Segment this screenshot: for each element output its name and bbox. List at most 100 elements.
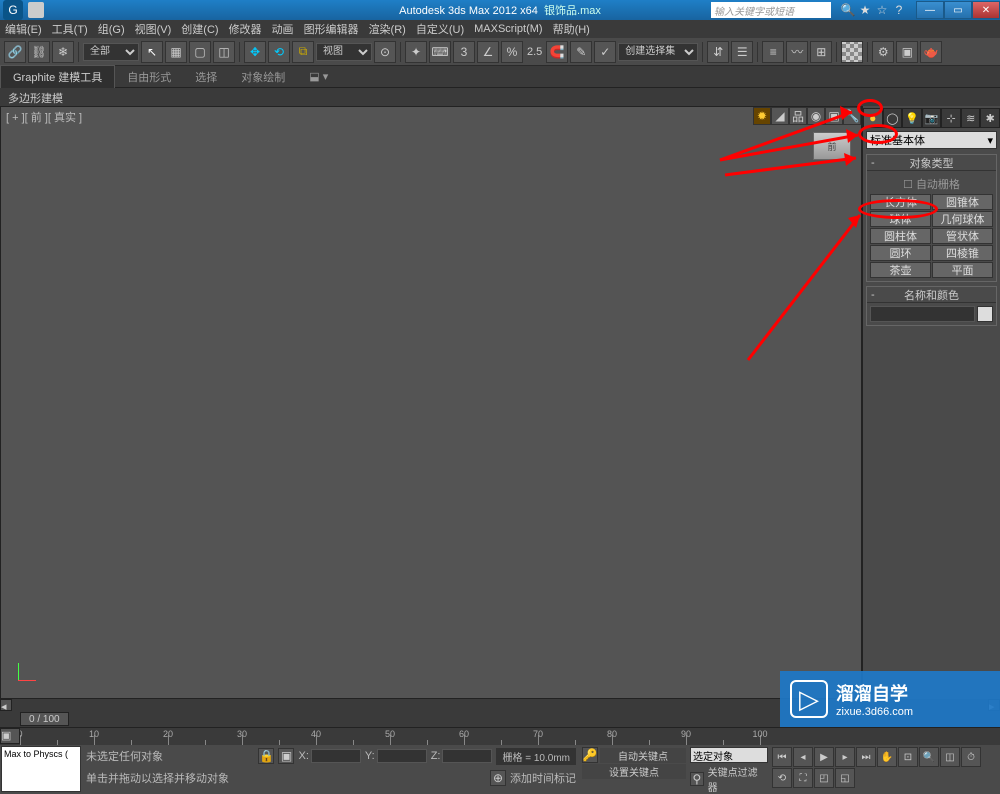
- ribbon-sub[interactable]: 多边形建模: [0, 88, 1000, 106]
- maximize-viewport-button[interactable]: ⛶: [793, 768, 813, 788]
- key-selection-dropdown[interactable]: 选定对象: [690, 747, 768, 763]
- obj-torus-button[interactable]: 圆环: [870, 245, 931, 261]
- z-input[interactable]: [442, 749, 492, 763]
- minimize-button[interactable]: —: [916, 1, 944, 19]
- schematic-button[interactable]: ⊞: [810, 41, 832, 63]
- info-icon[interactable]: ★: [858, 3, 872, 17]
- nav1[interactable]: ◰: [814, 768, 834, 788]
- zoom-extents-button[interactable]: ⊡: [898, 747, 918, 767]
- percent-snap-button[interactable]: %: [501, 41, 523, 63]
- subtab-helpers[interactable]: ⊹: [941, 108, 961, 128]
- menu-modifiers[interactable]: 修改器: [229, 21, 262, 37]
- ribbon-tab-paint[interactable]: 对象绘制: [229, 66, 297, 88]
- isolate-icon[interactable]: ▣: [278, 748, 294, 764]
- hierarchy-tab-icon[interactable]: 品: [789, 107, 807, 125]
- rendered-frame-button[interactable]: ▣: [896, 41, 918, 63]
- modify-tab-icon[interactable]: ◢: [771, 107, 789, 125]
- orbit-button[interactable]: ⟲: [772, 768, 792, 788]
- bind-button[interactable]: ❄: [52, 41, 74, 63]
- next-frame-button[interactable]: ▸: [835, 747, 855, 767]
- rotate-button[interactable]: ⟲: [268, 41, 290, 63]
- spinner-snap-button[interactable]: 🧲: [546, 41, 568, 63]
- menu-create[interactable]: 创建(C): [181, 21, 218, 37]
- menu-animation[interactable]: 动画: [272, 21, 294, 37]
- timeline-ruler[interactable]: ▣ 0102030405060708090100: [0, 727, 1000, 745]
- rollout-head-objtype[interactable]: 对象类型: [867, 155, 996, 171]
- goto-end-button[interactable]: ⏭: [856, 747, 876, 767]
- material-editor-button[interactable]: [841, 41, 863, 63]
- display-tab-icon[interactable]: ▣: [825, 107, 843, 125]
- viewport-label[interactable]: [ + ][ 前 ][ 真实 ]: [6, 109, 82, 125]
- obj-teapot-button[interactable]: 茶壶: [870, 262, 931, 278]
- scale-button[interactable]: ⧉: [292, 41, 314, 63]
- create-tab-icon[interactable]: ✹: [753, 107, 771, 125]
- ruler-handle[interactable]: ▣: [0, 728, 20, 744]
- close-button[interactable]: ✕: [972, 1, 1000, 19]
- lock-icon[interactable]: 🔒: [258, 748, 274, 764]
- angle-snap-button[interactable]: ∠: [477, 41, 499, 63]
- layers-button[interactable]: ≡: [762, 41, 784, 63]
- move-button[interactable]: ✥: [244, 41, 266, 63]
- viewcube[interactable]: 前: [813, 132, 851, 160]
- motion-tab-icon[interactable]: ◉: [807, 107, 825, 125]
- curve-editor-button[interactable]: 〰: [786, 41, 808, 63]
- restore-button[interactable]: ▭: [944, 1, 972, 19]
- set-key-button[interactable]: 设置关键点: [582, 764, 686, 779]
- ribbon-tab-graphite[interactable]: Graphite 建模工具: [0, 65, 115, 88]
- star-icon[interactable]: ☆: [875, 3, 889, 17]
- manipulate-button[interactable]: ✦: [405, 41, 427, 63]
- obj-cone-button[interactable]: 圆锥体: [932, 194, 993, 210]
- obj-cylinder-button[interactable]: 圆柱体: [870, 228, 931, 244]
- add-time-tag[interactable]: 添加时间标记: [510, 770, 576, 786]
- key-filter-button[interactable]: 关键点过滤器: [706, 764, 768, 794]
- goto-start-button[interactable]: ⏮: [772, 747, 792, 767]
- named-sel-dropdown[interactable]: 创建选择集: [618, 43, 698, 61]
- menu-group[interactable]: 组(G): [98, 21, 125, 37]
- menu-view[interactable]: 视图(V): [135, 21, 172, 37]
- edit-named-sel-button[interactable]: ✎: [570, 41, 592, 63]
- menu-help[interactable]: 帮助(H): [553, 21, 590, 37]
- window-crossing-button[interactable]: ◫: [213, 41, 235, 63]
- obj-geosphere-button[interactable]: 几何球体: [932, 211, 993, 227]
- menu-tools[interactable]: 工具(T): [52, 21, 88, 37]
- menu-render[interactable]: 渲染(R): [369, 21, 406, 37]
- mirror-button[interactable]: ⇵: [707, 41, 729, 63]
- qat-btn[interactable]: [28, 2, 44, 18]
- auto-key-button[interactable]: 自动关键点: [600, 748, 686, 763]
- maxscript-listener[interactable]: Max to Physcs (: [1, 746, 81, 792]
- object-name-input[interactable]: [870, 306, 975, 322]
- subtab-systems[interactable]: ✱: [980, 108, 1000, 128]
- obj-pyramid-button[interactable]: 四棱锥: [932, 245, 993, 261]
- menu-graph[interactable]: 图形编辑器: [304, 21, 359, 37]
- help-search-input[interactable]: 输入关键字或短语: [711, 2, 831, 18]
- selection-filter-dropdown[interactable]: 全部: [83, 43, 139, 61]
- time-slider[interactable]: 0 / 100: [20, 712, 69, 726]
- ribbon-tab-freeform[interactable]: 自由形式: [115, 66, 183, 88]
- pan-button[interactable]: ✋: [877, 747, 897, 767]
- nav2[interactable]: ◱: [835, 768, 855, 788]
- auto-grid-checkbox[interactable]: ☐自动栅格: [870, 174, 993, 194]
- help-icon[interactable]: ?: [892, 3, 906, 17]
- named-sel-button[interactable]: ✓: [594, 41, 616, 63]
- pivot-button[interactable]: ⊙: [374, 41, 396, 63]
- viewport[interactable]: [ + ][ 前 ][ 真实 ] ✹ ◢ 品 ◉ ▣ 🔧 前: [0, 106, 862, 699]
- obj-plane-button[interactable]: 平面: [932, 262, 993, 278]
- y-input[interactable]: [377, 749, 427, 763]
- link-button[interactable]: 🔗: [4, 41, 26, 63]
- menu-edit[interactable]: 编辑(E): [5, 21, 42, 37]
- render-button[interactable]: 🫖: [920, 41, 942, 63]
- select-name-button[interactable]: ▦: [165, 41, 187, 63]
- zoom-button[interactable]: 🔍: [919, 747, 939, 767]
- time-config-button[interactable]: ⏱: [961, 747, 981, 767]
- unlink-button[interactable]: ⛓: [28, 41, 50, 63]
- ribbon-tab-select[interactable]: 选择: [183, 66, 229, 88]
- key-filter-icon[interactable]: ⚲: [690, 772, 704, 786]
- select-button[interactable]: ↖: [141, 41, 163, 63]
- prev-frame-button[interactable]: ◂: [793, 747, 813, 767]
- key-icon[interactable]: 🔑: [582, 747, 598, 763]
- select-region-button[interactable]: ▢: [189, 41, 211, 63]
- keyboard-shortcut-button[interactable]: ⌨: [429, 41, 451, 63]
- snap-toggle[interactable]: 3: [453, 41, 475, 63]
- subtab-space[interactable]: ≋: [961, 108, 981, 128]
- rollout-head-name[interactable]: 名称和颜色: [867, 287, 996, 303]
